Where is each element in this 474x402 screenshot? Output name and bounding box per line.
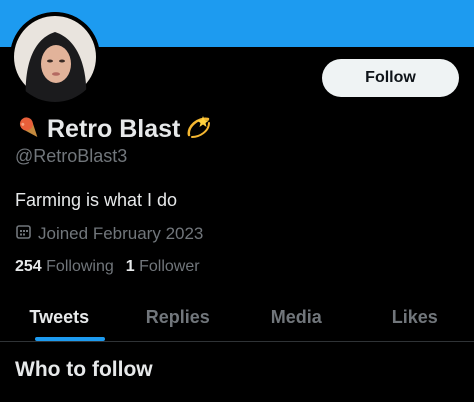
follow-button[interactable]: Follow <box>322 59 459 97</box>
tab-likes[interactable]: Likes <box>356 293 474 341</box>
joined-date: Joined February 2023 <box>15 223 203 245</box>
followers-count: 1 <box>125 258 135 275</box>
avatar[interactable] <box>10 12 100 102</box>
tab-replies[interactable]: Replies <box>119 293 238 341</box>
handle: @RetroBlast3 <box>15 146 128 166</box>
display-name: Retro Blast <box>47 114 181 143</box>
tab-media[interactable]: Media <box>237 293 356 341</box>
tab-label: Likes <box>391 306 438 327</box>
name-row: Retro Blast <box>15 113 212 145</box>
avatar-photo <box>10 12 100 102</box>
followers-label: Follower <box>139 258 200 275</box>
ice-cream-icon <box>15 113 43 146</box>
joined-label: Joined February 2023 <box>38 224 204 243</box>
tab-label: Replies <box>145 306 210 327</box>
tab-label: Tweets <box>29 306 90 327</box>
calendar-icon <box>15 223 32 245</box>
profile-tabs: Tweets Replies Media Likes <box>0 293 474 341</box>
divider <box>0 341 474 342</box>
following-link[interactable]: 254 Following <box>15 258 114 276</box>
following-label: Following <box>46 258 114 275</box>
dizzy-star-icon <box>184 113 212 146</box>
following-count: 254 <box>15 258 42 275</box>
profile-stats: 254 Following 1 Follower <box>15 258 200 276</box>
tab-label: Media <box>270 306 322 327</box>
who-to-follow-heading: Who to follow <box>15 358 153 381</box>
bio: Farming is what I do <box>15 190 178 210</box>
tab-tweets[interactable]: Tweets <box>0 293 119 341</box>
followers-link[interactable]: 1 Follower <box>126 258 200 276</box>
